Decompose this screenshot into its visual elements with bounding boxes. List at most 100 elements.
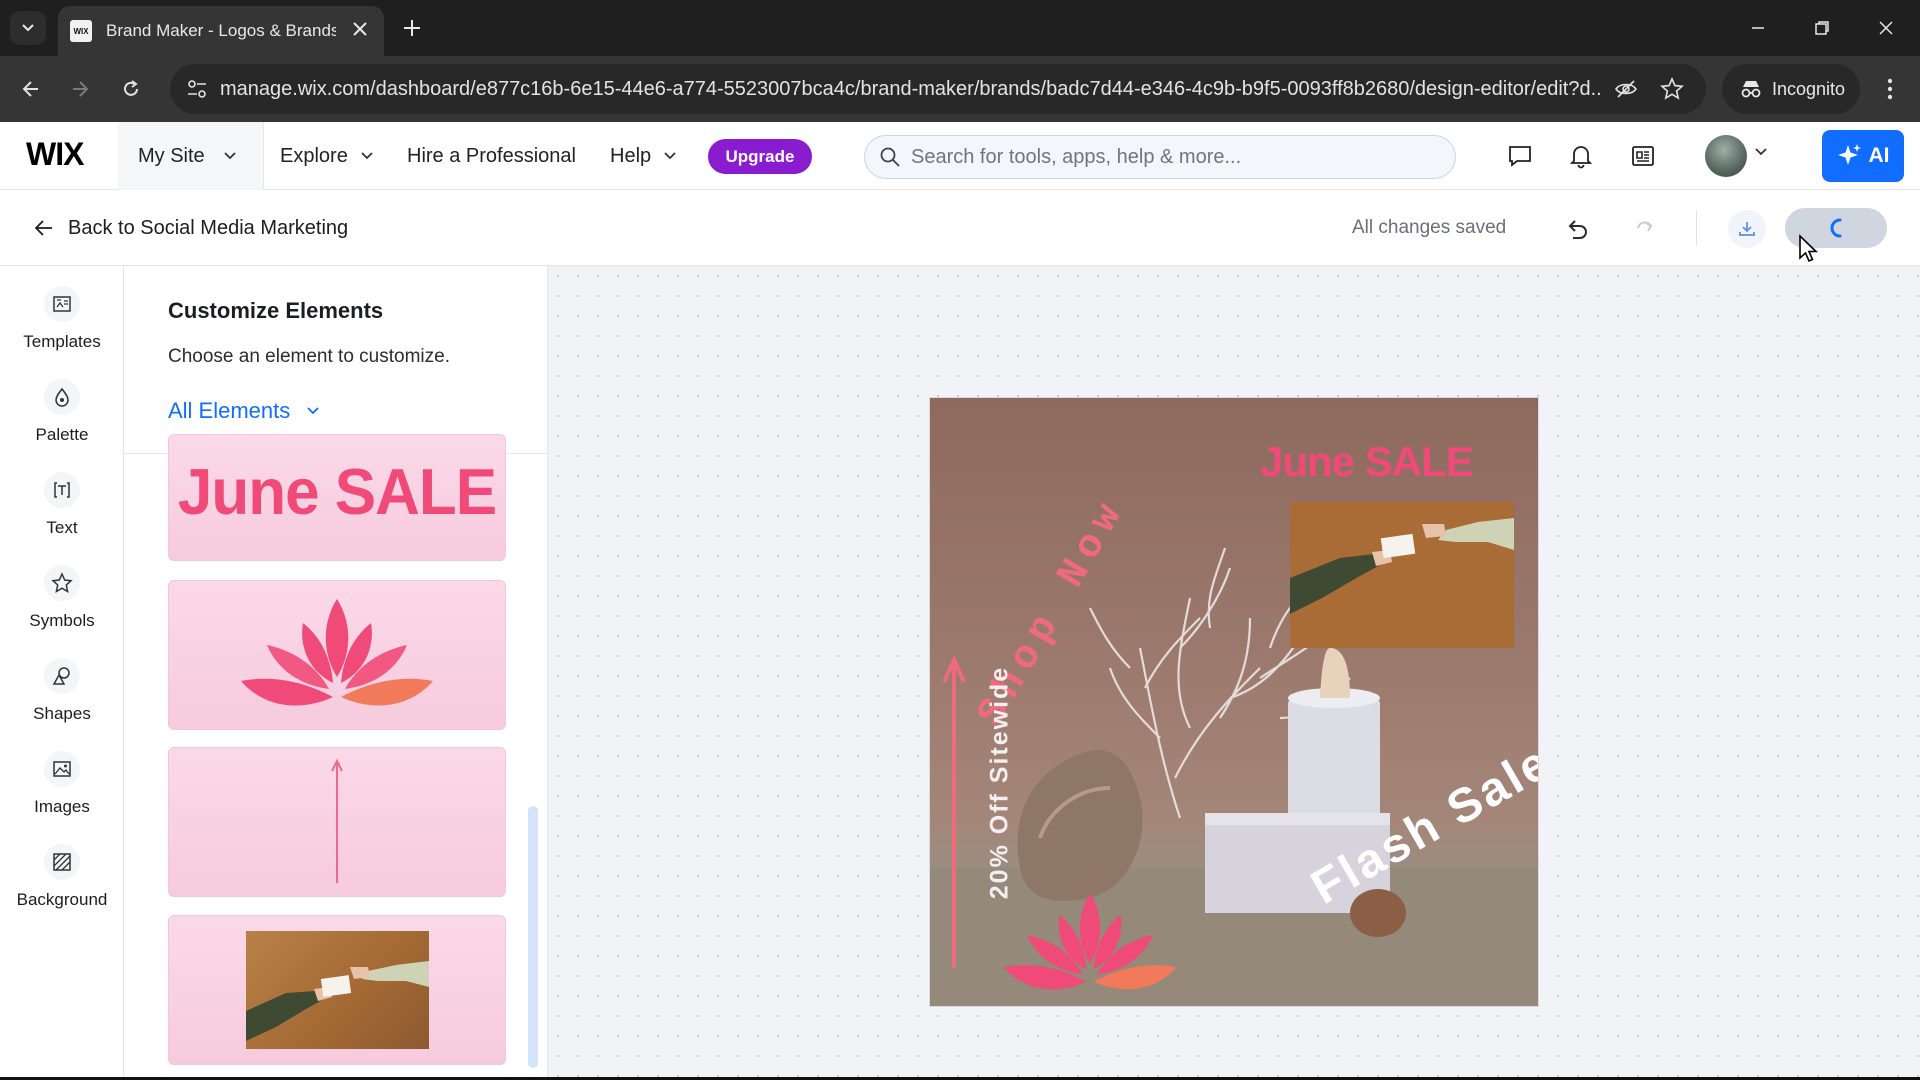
- editor-subheader: Back to Social Media Marketing All chang…: [0, 190, 1920, 266]
- tab-title: Brand Maker - Logos & Brands: [106, 21, 336, 40]
- arrow-left-icon: [22, 81, 38, 97]
- sparkle-icon: [1837, 144, 1861, 165]
- hire-professional-link[interactable]: Hire a Professional: [407, 122, 576, 190]
- templates-icon: [44, 286, 80, 322]
- wix-logo[interactable]: WIX: [26, 136, 84, 173]
- chat-icon[interactable]: [1505, 141, 1535, 171]
- arrow-right-icon: [73, 81, 89, 97]
- explore-menu[interactable]: Explore: [280, 122, 374, 190]
- chevron-down-icon[interactable]: [1754, 147, 1768, 157]
- element-card-image[interactable]: [168, 915, 506, 1065]
- rail-label: Shapes: [33, 704, 91, 723]
- redo-button[interactable]: [1629, 214, 1659, 244]
- design-canvas[interactable]: June SALE Shop Now 20% Off Sitewide Flas…: [548, 266, 1920, 1077]
- panel-subtitle: Choose an element to customize.: [168, 346, 450, 367]
- back-to-social-link[interactable]: Back to Social Media Marketing: [34, 190, 348, 266]
- incognito-icon: [1741, 81, 1761, 98]
- artboard-discount-text[interactable]: 20% Off Sitewide: [986, 653, 1015, 913]
- rail-item-symbols[interactable]: Symbols: [0, 565, 124, 651]
- help-menu[interactable]: Help: [610, 122, 677, 190]
- ai-label: AI: [1868, 144, 1890, 167]
- design-artboard[interactable]: June SALE Shop Now 20% Off Sitewide Flas…: [930, 398, 1538, 1006]
- rail-item-background[interactable]: Background: [0, 844, 124, 930]
- site-info-icon[interactable]: [186, 78, 208, 100]
- download-button[interactable]: [1728, 210, 1766, 248]
- download-icon: [1739, 222, 1755, 236]
- browser-toolbar: manage.wix.com/dashboard/e877c16b-6e15-4…: [0, 56, 1920, 122]
- rail-label: Templates: [23, 332, 101, 351]
- new-tab-button[interactable]: [398, 14, 426, 42]
- panel-scrollbar[interactable]: [528, 806, 538, 1068]
- rail-item-text[interactable]: Text: [0, 472, 124, 558]
- address-bar[interactable]: manage.wix.com/dashboard/e877c16b-6e15-4…: [170, 64, 1706, 114]
- shapes-icon: [44, 658, 80, 694]
- divider: [1696, 210, 1697, 246]
- forward-button[interactable]: [63, 72, 97, 106]
- search-bar[interactable]: [864, 135, 1456, 179]
- card-headline-text: June SALE: [177, 456, 497, 529]
- artboard-photo: [1290, 502, 1514, 648]
- rail-item-images[interactable]: Images: [0, 751, 124, 837]
- artboard-headline[interactable]: June SALE: [1260, 438, 1474, 486]
- tools-rail: Templates Palette Text Symbols Shapes Im…: [0, 266, 124, 1077]
- arrow-left-icon: [34, 220, 52, 236]
- loading-spinner-icon: [1830, 218, 1842, 238]
- rail-item-shapes[interactable]: Shapes: [0, 658, 124, 744]
- hands-card-photo: [245, 931, 429, 1049]
- minimize-button[interactable]: [1742, 12, 1774, 44]
- close-icon[interactable]: [350, 19, 370, 39]
- redo-icon: [1637, 221, 1653, 232]
- image-icon: [44, 751, 80, 787]
- bookmark-star-icon[interactable]: [1660, 77, 1684, 101]
- close-icon: [1879, 21, 1893, 35]
- undo-button[interactable]: [1562, 214, 1592, 244]
- browser-tab-active[interactable]: WIX Brand Maker - Logos & Brands: [58, 6, 384, 56]
- rail-label: Palette: [35, 425, 89, 444]
- element-card-text[interactable]: June SALE: [168, 434, 506, 561]
- rail-item-templates[interactable]: Templates: [0, 286, 124, 372]
- browser-menu-button[interactable]: [1878, 73, 1902, 105]
- rail-item-palette[interactable]: Palette: [0, 379, 124, 465]
- chevron-down-icon: [664, 152, 676, 160]
- rail-label: Images: [34, 797, 90, 816]
- my-site-dropdown[interactable]: My Site: [118, 122, 264, 190]
- upgrade-button[interactable]: Upgrade: [708, 139, 812, 174]
- user-avatar[interactable]: [1705, 135, 1747, 177]
- ai-assistant-button[interactable]: AI: [1822, 130, 1904, 182]
- element-card-shape[interactable]: [168, 747, 506, 897]
- back-button[interactable]: [14, 72, 48, 106]
- restore-icon: [1815, 21, 1829, 35]
- minimize-icon: [1752, 27, 1764, 29]
- background-icon: [44, 844, 80, 880]
- back-label: Back to Social Media Marketing: [68, 216, 349, 239]
- undo-icon: [1568, 220, 1587, 239]
- bell-icon[interactable]: [1566, 141, 1596, 171]
- plus-icon: [404, 20, 420, 36]
- search-input[interactable]: [911, 145, 1431, 169]
- arrow-up-icon: [331, 758, 343, 883]
- restore-button[interactable]: [1806, 12, 1838, 44]
- incognito-label: Incognito: [1772, 78, 1846, 99]
- all-elements-dropdown[interactable]: All Elements: [168, 398, 320, 424]
- help-label: Help: [610, 144, 652, 167]
- palette-icon: [44, 379, 80, 415]
- incognito-indicator[interactable]: Incognito: [1722, 64, 1860, 114]
- lotus-icon: [241, 599, 433, 706]
- chevron-down-icon: [361, 152, 373, 160]
- dashboard-icon[interactable]: [1628, 141, 1658, 171]
- filter-label: All Elements: [168, 398, 291, 423]
- close-window-button[interactable]: [1870, 12, 1902, 44]
- search-icon: [880, 147, 900, 167]
- eye-slash-icon[interactable]: [1614, 77, 1638, 101]
- tab-search-button[interactable]: [10, 11, 46, 45]
- explore-label: Explore: [280, 144, 348, 167]
- chevron-down-icon: [22, 24, 34, 32]
- wix-top-bar: WIX My Site Explore Hire a Professional …: [0, 122, 1920, 190]
- reload-button[interactable]: [114, 72, 148, 106]
- url-text[interactable]: manage.wix.com/dashboard/e877c16b-6e15-4…: [220, 64, 1600, 114]
- mouse-cursor-icon: [1799, 234, 1818, 263]
- my-site-label: My Site: [138, 144, 205, 167]
- element-card-symbol[interactable]: [168, 580, 506, 730]
- rail-label: Background: [16, 890, 108, 909]
- save-status: All changes saved: [1352, 217, 1507, 238]
